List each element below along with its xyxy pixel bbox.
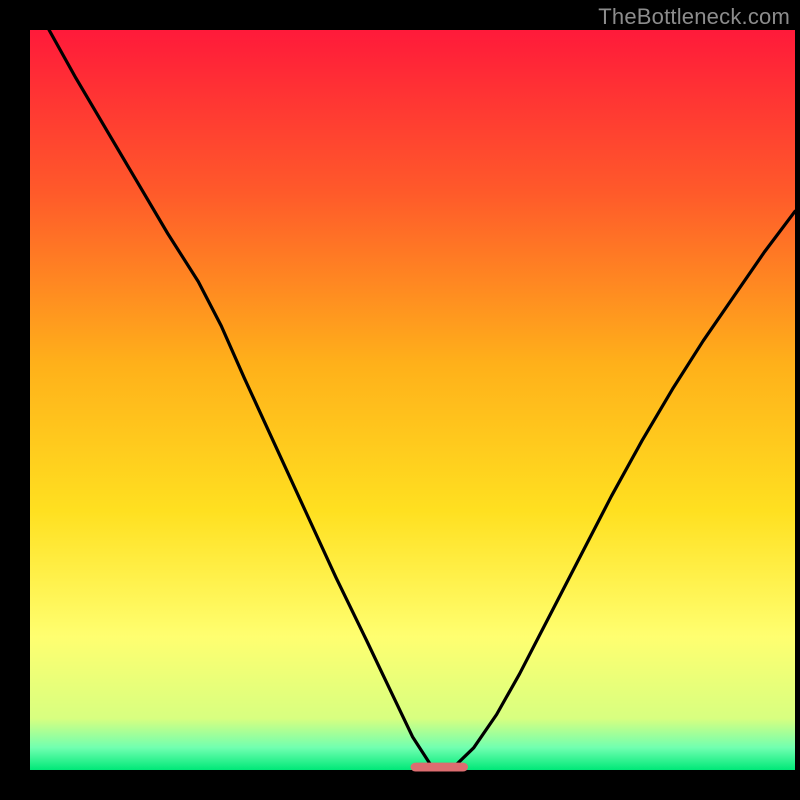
chart-frame: TheBottleneck.com xyxy=(0,0,800,800)
optimum-marker xyxy=(411,763,468,772)
bottleneck-chart xyxy=(0,0,800,800)
plot-area xyxy=(30,30,795,770)
watermark-text: TheBottleneck.com xyxy=(598,4,790,30)
